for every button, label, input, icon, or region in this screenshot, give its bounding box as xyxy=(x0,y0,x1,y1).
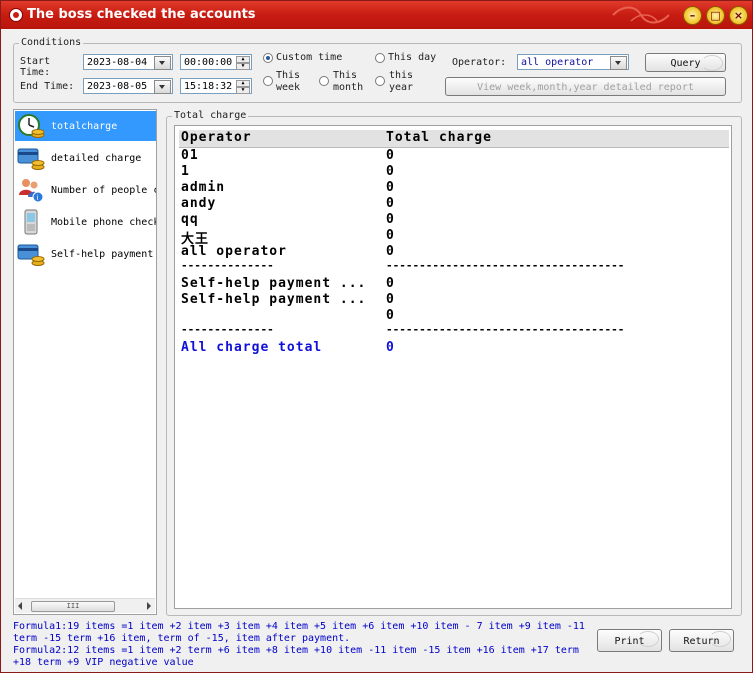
report-row-operator: Self-help payment ... xyxy=(181,276,367,291)
separator-line: -------------- xyxy=(181,259,274,272)
query-button[interactable]: Query xyxy=(645,53,726,72)
nav-item-label: Self-help payment xyxy=(51,249,154,260)
report-row-operator: qq xyxy=(181,212,199,227)
report-row-operator: 01 xyxy=(181,148,199,163)
formula2-text: Formula2:12 items =1 item +2 term +6 ite… xyxy=(13,645,579,668)
nav-item-label: Number of people c xyxy=(51,185,157,196)
operator-select-value: all operator xyxy=(521,57,594,68)
report-row-value: 0 xyxy=(386,164,395,179)
horizontal-scrollbar[interactable]: III xyxy=(15,598,155,613)
column-header-total-charge: Total charge xyxy=(386,130,492,145)
start-time-value: 00:00:00 xyxy=(184,57,233,68)
total-charge-legend: Total charge xyxy=(172,110,249,121)
radio-this-day[interactable] xyxy=(375,53,385,63)
report-row-value: 0 xyxy=(386,244,395,259)
svg-text:i: i xyxy=(37,194,39,202)
end-date-picker[interactable]: 2023-08-05 xyxy=(83,78,173,94)
conditions-legend: Conditions xyxy=(19,37,84,48)
report-row-operator: Self-help payment ... xyxy=(181,292,367,307)
radio-this-year-label: this year xyxy=(389,70,414,93)
radio-this-month-label: This month xyxy=(333,70,364,93)
report-row-value: 0 xyxy=(386,308,395,323)
scroll-left-icon[interactable] xyxy=(18,602,22,610)
start-time-spinner-icon[interactable]: ▲ ▼ xyxy=(236,56,250,70)
report-row-operator: admin xyxy=(181,180,226,195)
nav-item-number-of-people[interactable]: i Number of people c xyxy=(15,175,156,205)
view-detailed-report-label: View week,month,year detailed report xyxy=(477,82,694,93)
radio-this-year[interactable] xyxy=(375,76,385,86)
phone-icon xyxy=(24,209,38,235)
report-row-value: 0 xyxy=(386,228,395,243)
nav-item-mobile-phone-check[interactable]: Mobile phone check xyxy=(15,207,156,237)
swirl-decoration-icon xyxy=(637,631,659,647)
report-row-operator: andy xyxy=(181,196,217,211)
report-area: Operator Total charge 01 0 1 0 admin 0 a… xyxy=(174,125,732,609)
radio-custom-time-label: Custom time xyxy=(276,52,343,63)
report-row-value: 0 xyxy=(386,292,395,307)
maximize-button[interactable]: □ xyxy=(706,6,725,25)
operator-dropdown-icon[interactable] xyxy=(610,56,627,70)
all-charge-total-value: 0 xyxy=(386,340,395,355)
formula-notes: Formula1:19 items =1 item +2 item +3 ite… xyxy=(13,621,593,669)
column-header-operator: Operator xyxy=(181,130,252,145)
end-time-value: 15:18:32 xyxy=(184,81,233,92)
return-button[interactable]: Return xyxy=(669,629,734,652)
separator-line: ------------------------------------ xyxy=(386,259,625,272)
nav-item-self-help-payment[interactable]: Self-help payment xyxy=(15,239,156,269)
title-bar[interactable]: The boss checked the accounts – □ × xyxy=(1,1,752,29)
radio-custom-time[interactable] xyxy=(263,53,273,63)
query-button-label: Query xyxy=(670,58,701,69)
end-time-field[interactable]: 15:18:32 ▲ ▼ xyxy=(180,78,252,94)
minimize-button[interactable]: – xyxy=(683,6,702,25)
end-date-value: 2023-08-05 xyxy=(87,81,148,92)
start-time-label: Start Time: xyxy=(20,56,51,78)
start-date-value: 2023-08-04 xyxy=(87,57,148,68)
radio-this-month[interactable] xyxy=(319,76,329,86)
card-coins-icon xyxy=(17,148,45,170)
end-time-spinner-icon[interactable]: ▲ ▼ xyxy=(236,80,250,94)
nav-item-label: Mobile phone check xyxy=(51,217,157,228)
window-title: The boss checked the accounts xyxy=(27,7,256,22)
start-date-picker[interactable]: 2023-08-04 xyxy=(83,54,173,70)
start-date-dropdown-icon[interactable] xyxy=(154,56,171,70)
swirl-decoration-icon xyxy=(709,631,731,647)
people-info-icon: i xyxy=(19,179,44,203)
operator-label: Operator: xyxy=(452,57,507,68)
end-time-label: End Time: xyxy=(20,81,75,92)
nav-item-label: totalcharge xyxy=(51,121,118,132)
scroll-right-icon[interactable] xyxy=(147,602,151,610)
operator-select[interactable]: all operator xyxy=(517,54,629,70)
radio-this-day-label: This day xyxy=(388,52,437,63)
card-coins-icon xyxy=(17,244,45,266)
scroll-thumb[interactable]: III xyxy=(31,601,115,612)
start-time-field[interactable]: 00:00:00 ▲ ▼ xyxy=(180,54,252,70)
swirl-decoration-icon xyxy=(701,55,723,71)
radio-this-week-label: This week xyxy=(276,70,301,93)
view-detailed-report-button[interactable]: View week,month,year detailed report xyxy=(445,77,726,96)
report-row-operator: all operator xyxy=(181,244,287,259)
title-swirl-decoration-icon xyxy=(612,6,670,24)
report-row-operator: 1 xyxy=(181,164,190,179)
report-row-value: 0 xyxy=(386,180,395,195)
close-button[interactable]: × xyxy=(729,6,748,25)
print-button[interactable]: Print xyxy=(597,629,662,652)
report-row-value: 0 xyxy=(386,276,395,291)
nav-item-detailed-charge[interactable]: detailed charge xyxy=(15,143,156,173)
separator-line: -------------- xyxy=(181,323,274,336)
report-row-value: 0 xyxy=(386,212,395,227)
report-row-value: 0 xyxy=(386,196,395,211)
report-type-list: totalcharge detailed charge i Number of … xyxy=(13,109,157,615)
main-window: The boss checked the accounts – □ × Cond… xyxy=(0,0,753,673)
radio-this-week[interactable] xyxy=(263,76,273,86)
all-charge-total-label: All charge total xyxy=(181,340,323,355)
separator-line: ------------------------------------ xyxy=(386,323,625,336)
report-row-value: 0 xyxy=(386,148,395,163)
end-date-dropdown-icon[interactable] xyxy=(154,80,171,94)
clock-coins-icon xyxy=(18,114,45,138)
app-icon xyxy=(9,8,23,22)
formula1-text: Formula1:19 items =1 item +2 item +3 ite… xyxy=(13,621,585,644)
nav-item-total-charge[interactable]: totalcharge xyxy=(15,111,156,141)
nav-item-label: detailed charge xyxy=(51,153,142,164)
